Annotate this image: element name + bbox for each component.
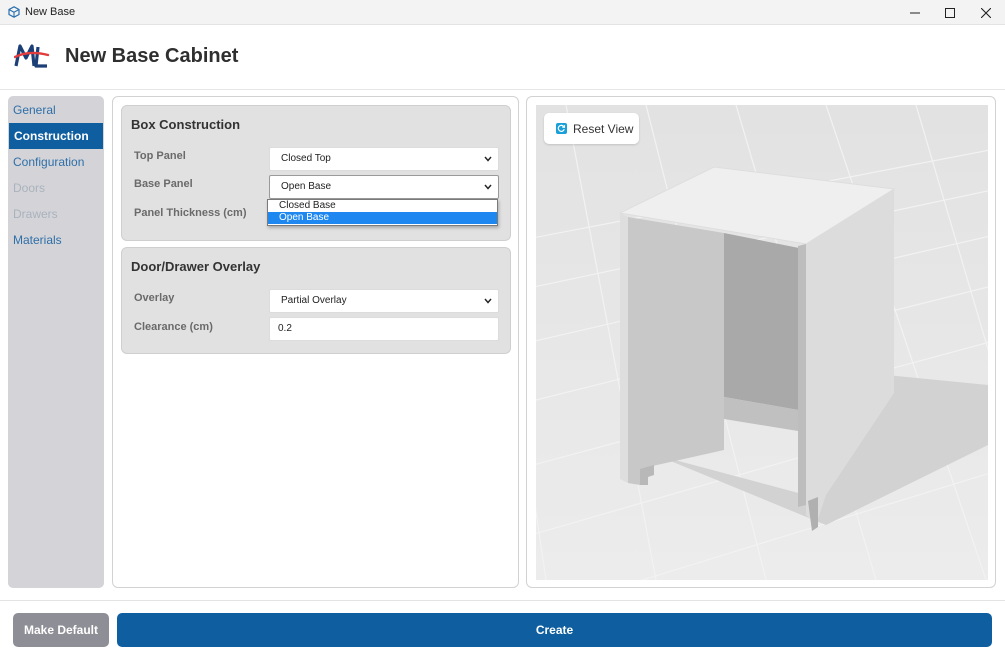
3d-viewport[interactable]: Reset View <box>536 105 988 580</box>
dropdown-option-open-base[interactable]: Open Base <box>268 212 497 224</box>
base-panel-select[interactable]: Open Base <box>269 175 499 199</box>
top-panel-value: Closed Top <box>281 153 331 164</box>
ml-logo <box>14 44 50 68</box>
box-construction-title: Box Construction <box>131 117 241 132</box>
footer-divider <box>0 600 1005 601</box>
overlay-group: Door/Drawer Overlay Overlay Partial Over… <box>121 247 511 354</box>
top-panel-label: Top Panel <box>134 150 186 162</box>
header-divider <box>0 89 1005 90</box>
minimize-icon <box>910 12 920 13</box>
chevron-down-icon <box>484 156 492 162</box>
preview-panel: Reset View <box>526 96 996 588</box>
overlay-select[interactable]: Partial Overlay <box>269 289 499 313</box>
base-panel-dropdown: Closed Base Open Base <box>267 199 498 226</box>
minimize-button[interactable] <box>897 0 933 25</box>
chevron-down-icon <box>484 184 492 190</box>
sidebar-item-configuration[interactable]: Configuration <box>8 149 104 175</box>
create-button[interactable]: Create <box>117 613 992 647</box>
maximize-icon <box>945 7 955 18</box>
overlay-group-title: Door/Drawer Overlay <box>131 259 261 274</box>
sidebar: General Construction Configuration Doors… <box>8 96 104 588</box>
cabinet-3d-scene <box>536 105 988 580</box>
settings-panel: Box Construction Top Panel Closed Top Ba… <box>112 96 519 588</box>
sidebar-item-construction[interactable]: Construction <box>9 123 103 149</box>
sidebar-item-drawers: Drawers <box>13 207 58 221</box>
top-panel-select[interactable]: Closed Top <box>269 147 499 171</box>
reset-view-label: Reset View <box>573 121 634 136</box>
overlay-label: Overlay <box>134 292 175 304</box>
reset-view-icon <box>556 123 567 134</box>
sidebar-item-doors: Doors <box>13 181 46 195</box>
sidebar-item-general[interactable]: General <box>8 97 104 123</box>
cabinet-right-front <box>798 244 806 507</box>
dropdown-option-closed-base[interactable]: Closed Base <box>268 200 497 212</box>
make-default-button[interactable]: Make Default <box>13 613 109 647</box>
header: New Base Cabinet <box>0 25 1005 90</box>
cabinet-back <box>724 233 804 411</box>
overlay-value: Partial Overlay <box>281 295 347 306</box>
title-bar: New Base <box>0 0 1005 25</box>
cabinet-left-side <box>628 217 724 485</box>
maximize-button[interactable] <box>932 0 968 25</box>
reset-view-button[interactable]: Reset View <box>544 113 639 144</box>
close-icon <box>981 7 991 18</box>
cabinet-left-outer <box>620 213 628 483</box>
cube-icon <box>8 6 20 18</box>
base-panel-value: Open Base <box>281 181 332 192</box>
clearance-label: Clearance (cm) <box>134 321 213 333</box>
clearance-input[interactable]: 0.2 <box>269 317 499 341</box>
window-title: New Base <box>25 6 76 18</box>
page-title: New Base Cabinet <box>65 45 239 67</box>
close-button[interactable] <box>968 0 1004 25</box>
chevron-down-icon <box>484 298 492 304</box>
sidebar-item-materials[interactable]: Materials <box>8 227 104 253</box>
base-panel-label: Base Panel <box>134 178 193 190</box>
panel-thickness-label: Panel Thickness (cm) <box>134 207 247 219</box>
